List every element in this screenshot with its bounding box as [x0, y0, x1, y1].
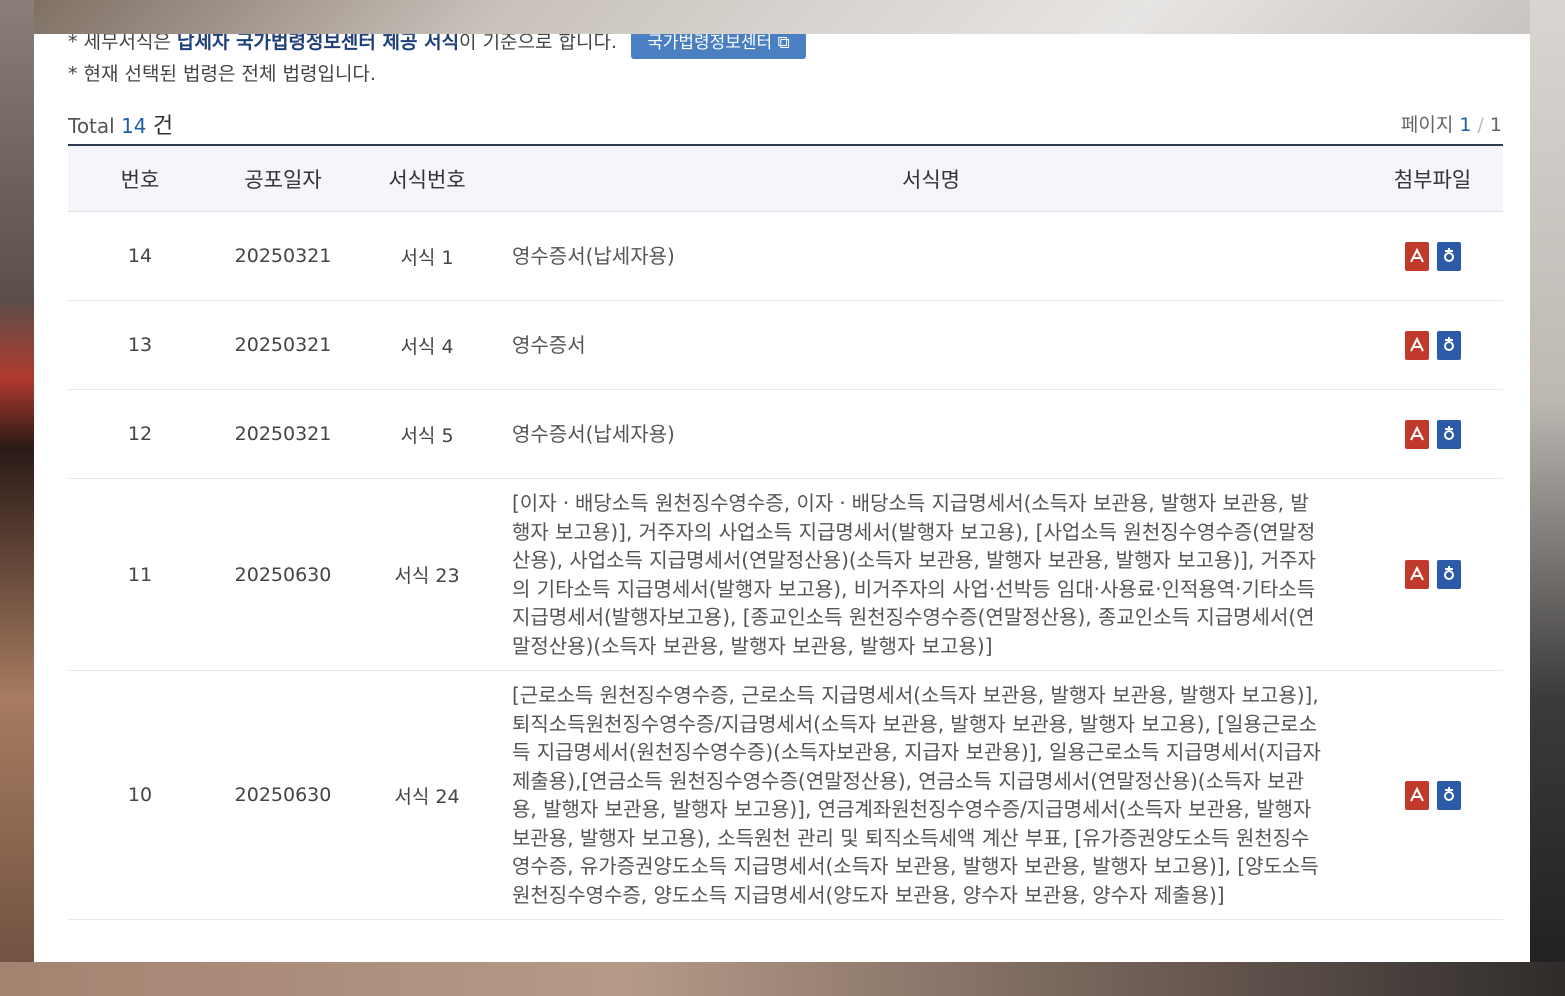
- row-attachments: [1362, 389, 1503, 479]
- law-center-button-label: 국가법령정보센터: [647, 34, 773, 53]
- background-left: [0, 0, 34, 996]
- row-form-number: 서식 5: [354, 389, 500, 479]
- total-number: 14: [121, 114, 147, 138]
- law-center-button[interactable]: 국가법령정보센터 ⧉: [631, 34, 806, 59]
- page-label: 페이지: [1400, 114, 1454, 136]
- row-form-name[interactable]: [근로소득 원천징수영수증, 근로소득 지급명세서(소득자 보관용, 발행자 보…: [500, 670, 1362, 920]
- table-row: 14 20250321 서식 1 영수증서(납세자용): [68, 211, 1503, 301]
- notice-suffix: 이 기준으로 합니다.: [459, 34, 618, 53]
- row-date: 20250630: [212, 670, 354, 920]
- row-number: 14: [68, 211, 212, 301]
- table-row: 11 20250630 서식 23 [이자ㆍ배당소득 원천징수영수증, 이자ㆍ배…: [68, 478, 1503, 671]
- row-form-number: 서식 1: [354, 211, 500, 301]
- header-form-number: 서식번호: [354, 145, 500, 212]
- pdf-file-icon[interactable]: [1404, 560, 1429, 589]
- row-form-number: 서식 24: [354, 670, 500, 920]
- pdf-file-icon[interactable]: [1404, 419, 1429, 449]
- background-right: [1530, 0, 1565, 996]
- total-count: Total 14 건: [68, 108, 173, 140]
- header-attachments: 첨부파일: [1362, 145, 1503, 212]
- notice-prefix: * 세무서식은: [68, 34, 171, 53]
- row-attachments: [1362, 211, 1503, 301]
- hwp-file-icon[interactable]: [1436, 780, 1461, 810]
- table-header-row: 번호 공포일자 서식번호 서식명 첨부파일: [68, 145, 1503, 212]
- total-label: Total: [68, 114, 115, 138]
- hwp-file-icon[interactable]: [1436, 419, 1461, 449]
- row-attachments: [1362, 478, 1503, 671]
- total-unit: 건: [152, 114, 174, 139]
- row-attachments: [1362, 300, 1503, 390]
- row-form-name[interactable]: 영수증서(납세자용): [500, 211, 1362, 301]
- row-form-name[interactable]: [이자ㆍ배당소득 원천징수영수증, 이자ㆍ배당소득 지급명세서(소득자 보관용,…: [500, 478, 1362, 671]
- table-row: 12 20250321 서식 5 영수증서(납세자용): [68, 389, 1503, 479]
- hwp-file-icon[interactable]: [1436, 241, 1461, 271]
- notice-line-2: * 현재 선택된 법령은 전체 법령입니다.: [68, 63, 376, 85]
- row-form-name[interactable]: 영수증서: [500, 300, 1362, 390]
- row-date: 20250630: [212, 478, 354, 671]
- pdf-file-icon[interactable]: [1404, 330, 1429, 360]
- pdf-file-icon[interactable]: [1404, 241, 1429, 271]
- page-total: 1: [1489, 114, 1502, 136]
- content-panel: * 세무서식은 납세자 국가법령정보센터 제공 서식이 기준으로 합니다. 국가…: [34, 34, 1530, 962]
- background-bottom: [0, 962, 1565, 996]
- pdf-file-icon[interactable]: [1404, 780, 1429, 810]
- table-row: 13 20250321 서식 4 영수증서: [68, 300, 1503, 390]
- row-number: 12: [68, 389, 212, 479]
- header-number: 번호: [68, 145, 212, 212]
- row-number: 11: [68, 478, 212, 671]
- page-current: 1: [1459, 114, 1472, 136]
- row-form-name[interactable]: 영수증서(납세자용): [500, 389, 1362, 479]
- row-number: 10: [68, 670, 212, 920]
- forms-table: 번호 공포일자 서식번호 서식명 첨부파일 14 20250321 서식 1 영…: [68, 144, 1503, 920]
- row-form-number: 서식 4: [354, 300, 500, 390]
- table-row: 10 20250630 서식 24 [근로소득 원천징수영수증, 근로소득 지급…: [68, 670, 1503, 920]
- row-number: 13: [68, 300, 212, 390]
- hwp-file-icon[interactable]: [1436, 560, 1461, 589]
- hwp-file-icon[interactable]: [1436, 330, 1461, 360]
- row-date: 20250321: [212, 211, 354, 301]
- header-date: 공포일자: [212, 145, 354, 212]
- notice-link[interactable]: 납세자 국가법령정보센터 제공 서식: [177, 34, 459, 53]
- row-date: 20250321: [212, 389, 354, 479]
- header-form-name: 서식명: [500, 145, 1362, 212]
- page-info: 페이지 1/1: [1400, 114, 1502, 136]
- notice-line-1: * 세무서식은 납세자 국가법령정보센터 제공 서식이 기준으로 합니다. 국가…: [68, 34, 806, 59]
- row-form-number: 서식 23: [354, 478, 500, 671]
- row-attachments: [1362, 670, 1503, 920]
- row-date: 20250321: [212, 300, 354, 390]
